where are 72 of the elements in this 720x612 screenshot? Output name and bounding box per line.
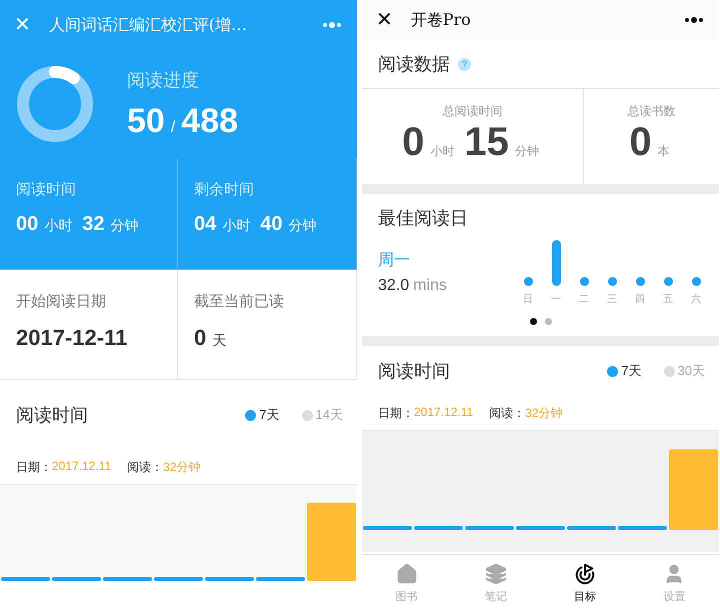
- date-label: 日期：: [16, 458, 52, 476]
- progress-label: 阅读进度: [127, 68, 200, 92]
- radio-dot[interactable]: [245, 410, 256, 420]
- page-dot[interactable]: [530, 318, 536, 325]
- read-value: 32分钟: [163, 458, 201, 476]
- date-label: 日期：: [378, 404, 414, 422]
- stat-value: 04: [194, 213, 216, 236]
- stat-label: 剩余时间: [194, 180, 255, 199]
- radio-dot[interactable]: [607, 366, 618, 376]
- stat-value: 00: [16, 213, 38, 236]
- section-title: 阅读时间: [378, 360, 450, 383]
- close-button[interactable]: ✕: [14, 15, 31, 35]
- window-title: 开卷Pro: [410, 10, 472, 30]
- minutes-value: 32.0: [378, 277, 410, 295]
- stat-value: 0: [194, 325, 206, 351]
- unit-label: 天: [212, 332, 226, 350]
- unit-label: 分钟: [514, 143, 539, 160]
- best-day: 周一: [378, 250, 518, 271]
- day-label: 二: [579, 293, 589, 306]
- pages-read: 50: [127, 102, 165, 140]
- radio-dot[interactable]: [664, 366, 675, 376]
- tab[interactable]: 目标: [540, 555, 630, 612]
- range-option[interactable]: 7天: [621, 362, 642, 380]
- unit-label: 分钟: [288, 217, 316, 235]
- range-option[interactable]: 30天: [678, 362, 705, 380]
- section-title: 最佳阅读日: [378, 207, 469, 230]
- help-badge[interactable]: ?: [458, 58, 471, 70]
- read-label: 阅读：: [489, 404, 526, 422]
- section-title: 阅读数据: [378, 53, 450, 76]
- read-label: 阅读：: [127, 458, 164, 476]
- separator: /: [170, 118, 176, 136]
- unit-label: 本: [658, 143, 670, 160]
- day-label: 三: [607, 293, 617, 306]
- stat-label: 开始阅读日期: [16, 292, 107, 311]
- stat-value: 0: [402, 120, 424, 165]
- tab[interactable]: 笔记: [451, 555, 540, 612]
- date-value: 2017.12.11: [52, 458, 112, 474]
- section-title: 阅读时间: [16, 404, 88, 427]
- stat-label: 总阅读时间: [442, 103, 502, 120]
- house-icon: [396, 563, 418, 585]
- read-value: 32分钟: [525, 404, 563, 422]
- tab[interactable]: 图书: [362, 555, 452, 612]
- date-value: 2017.12.11: [414, 404, 474, 420]
- day-label: 一: [551, 293, 561, 306]
- stat-label: 阅读时间: [16, 180, 77, 199]
- radio-dot[interactable]: [302, 410, 313, 420]
- window-title: 人间词话汇编汇校汇评(增…: [48, 14, 248, 36]
- tab[interactable]: 设置: [630, 555, 719, 612]
- stat-value: 40: [260, 213, 282, 236]
- stat-label: 总读书数: [628, 103, 676, 120]
- stat-value: 15: [464, 120, 509, 165]
- day-label: 六: [691, 292, 701, 306]
- day-label: 日: [523, 293, 533, 306]
- stat-value: 0: [629, 120, 652, 165]
- range-option[interactable]: 14天: [316, 406, 343, 424]
- stat-value: 32: [82, 213, 104, 236]
- stat-value: 2017-12-11: [16, 325, 128, 351]
- more-icon[interactable]: [683, 16, 705, 24]
- day-label: 五: [663, 293, 673, 306]
- stat-label: 截至当前已读: [194, 292, 285, 311]
- minutes-unit: mins: [413, 277, 447, 295]
- day-label: 四: [635, 293, 645, 306]
- close-button[interactable]: ✕: [376, 10, 393, 30]
- layers-icon: [484, 563, 507, 585]
- unit-label: 小时: [222, 217, 250, 235]
- page-dot[interactable]: [544, 318, 552, 325]
- unit-label: 分钟: [110, 217, 138, 235]
- pages-total: 488: [181, 102, 238, 140]
- range-option[interactable]: 7天: [259, 406, 280, 424]
- target-icon: [574, 563, 596, 585]
- unit-label: 小时: [430, 143, 454, 160]
- unit-label: 小时: [44, 217, 72, 235]
